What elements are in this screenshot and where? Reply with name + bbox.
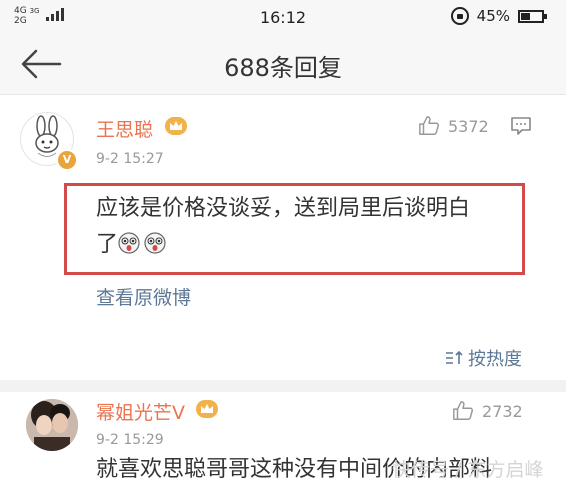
main-comment: V 王思聪 9-2 15:27 5372 应该是价格没谈妥，送到局里后谈明白 了…	[0, 95, 566, 380]
reply-time: 9-2 15:29	[96, 432, 164, 448]
comment-text-line2-text: 了	[96, 232, 119, 257]
comment-text-line2: 了	[96, 227, 470, 263]
couple-photo-icon	[26, 399, 78, 451]
reply-like-button[interactable]: 2732	[452, 400, 523, 422]
view-original-link[interactable]: 查看原微博	[96, 283, 191, 310]
reply-avatar[interactable]	[26, 399, 78, 451]
reply-username[interactable]: 幂姐光芒V	[96, 398, 185, 425]
sort-button[interactable]: 按热度	[444, 345, 522, 371]
shocked-face-emoji-icon	[118, 232, 140, 254]
crown-icon	[165, 117, 187, 135]
like-button[interactable]: 5372	[418, 115, 489, 137]
thumbs-up-icon	[419, 116, 440, 135]
watermark: 快传号 / 东方启峰	[392, 459, 544, 481]
emoji-group	[118, 232, 166, 257]
sort-icon	[446, 350, 463, 364]
like-count: 5372	[448, 116, 489, 136]
reply-like-count: 2732	[482, 401, 523, 421]
shocked-face-emoji-icon	[144, 232, 166, 254]
nav-bar: 688条回复	[0, 34, 566, 95]
comment-time: 9-2 15:27	[96, 151, 164, 167]
reply-crown-icon	[196, 400, 218, 418]
battery-percent: 45%	[476, 7, 510, 25]
reply-thumbs-up-icon	[453, 401, 474, 420]
reply-comment-icon[interactable]	[510, 116, 532, 136]
rotation-lock-icon	[450, 7, 469, 25]
status-right: 45%	[450, 7, 547, 25]
page-title: 688条回复	[224, 54, 342, 82]
username[interactable]: 王思聪	[96, 115, 153, 142]
section-divider	[0, 380, 566, 392]
comment-text-line1: 应该是价格没谈妥，送到局里后谈明白	[96, 196, 471, 221]
sort-label: 按热度	[468, 349, 522, 370]
status-bar: 4G 3G 2G 16:12 45%	[0, 0, 566, 34]
verified-badge: V	[56, 149, 78, 171]
comment-text: 应该是价格没谈妥，送到局里后谈明白 了	[96, 191, 470, 263]
battery-icon	[518, 9, 547, 23]
